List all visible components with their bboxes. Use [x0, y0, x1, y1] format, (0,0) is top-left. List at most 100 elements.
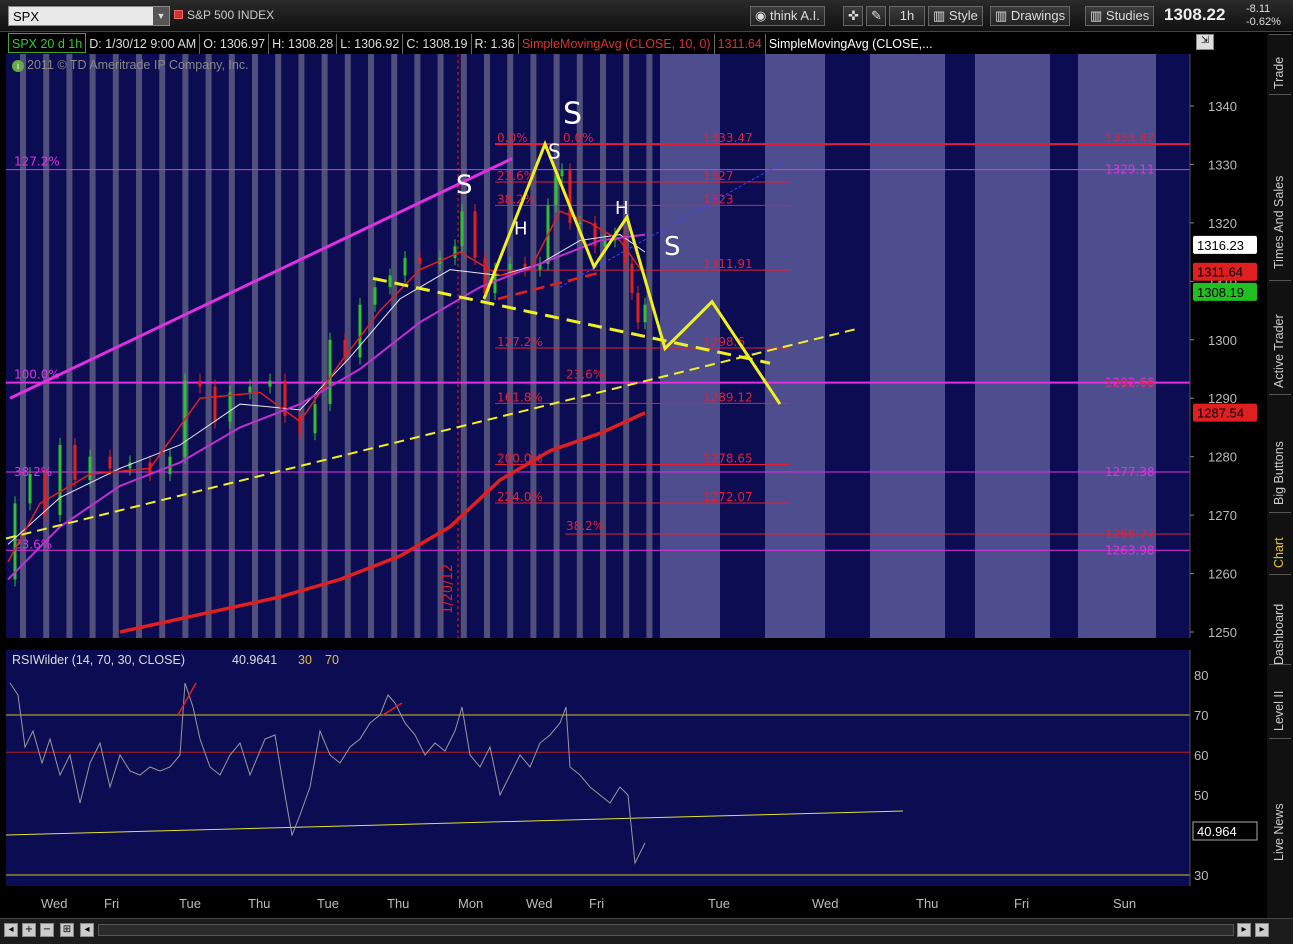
expand-icon[interactable]: ⇲	[1196, 34, 1214, 50]
top-toolbar: SPX ▼ S&P 500 INDEX ◉ think A.I. ✜ ✎ 1h …	[0, 0, 1293, 32]
x-tick-label: Thu	[387, 896, 409, 911]
price-candle	[603, 240, 607, 247]
side-tab-label: Times And Sales	[1272, 175, 1286, 269]
price-candle	[58, 444, 62, 516]
y-tick-label: 1300	[1208, 333, 1237, 348]
price-candle	[28, 474, 32, 504]
fib-red-value: 1289.12	[703, 390, 753, 404]
y-tick-label: 1250	[1208, 625, 1237, 640]
zoom-fit-icon[interactable]: ⊞	[60, 923, 74, 937]
side-tab-level-ii[interactable]: Level II	[1269, 664, 1291, 736]
fib-red-value: 1278.65	[703, 452, 753, 466]
x-tick-label: Wed	[526, 896, 553, 911]
side-tab-times-and-sales[interactable]: Times And Sales	[1269, 94, 1291, 274]
scroll-home-icon[interactable]: ◂	[4, 923, 18, 937]
rsi-tick-label: 50	[1194, 788, 1208, 803]
price-candle	[373, 287, 377, 305]
studies-button[interactable]: ▥ Studies	[1085, 6, 1155, 26]
pattern-label: H	[615, 198, 629, 219]
price-candle	[228, 392, 232, 422]
pattern-label: S	[548, 140, 561, 164]
rsi-tick-label: 80	[1194, 668, 1208, 683]
pattern-label: S	[456, 171, 473, 201]
symbol-period[interactable]: SPX 20 d 1h	[8, 33, 87, 53]
price-candle	[403, 257, 407, 276]
y-tick-label: 1330	[1208, 157, 1237, 172]
side-tab-chart[interactable]: Chart	[1269, 512, 1291, 573]
fib-red-pct: 127.2%	[497, 335, 543, 349]
rsi-tick-label: 70	[1194, 708, 1208, 723]
drawings-button[interactable]: ▥ Drawings	[990, 6, 1071, 26]
rsi-value: 40.9641	[232, 653, 277, 667]
fib-red-pct: 38.2%	[497, 192, 535, 206]
price-tag-label: 1316.23	[1197, 238, 1244, 253]
zoom-in-icon[interactable]: +	[22, 923, 36, 937]
pattern-label: S	[563, 97, 582, 132]
x-tick-label: Tue	[708, 896, 730, 911]
side-tab-label: Big Buttons	[1272, 441, 1286, 505]
sma2-label[interactable]: SimpleMovingAvg (CLOSE,...	[766, 34, 936, 54]
info-icon[interactable]: i	[12, 60, 24, 72]
y-tick-label: 1340	[1208, 99, 1237, 114]
bar-date: D: 1/30/12 9:00 AM	[86, 34, 201, 54]
fib-red-pct: 224.0%	[497, 490, 543, 504]
price-candle	[643, 304, 647, 323]
side-tab-live-news[interactable]: Live News	[1269, 738, 1291, 866]
rsi-ob-label: 30	[298, 653, 312, 667]
x-tick-label: Wed	[41, 896, 68, 911]
y-tick-label: 1320	[1208, 216, 1237, 231]
style-label: Style	[948, 8, 978, 23]
price-candle	[88, 456, 92, 481]
period-button[interactable]: 1h	[889, 6, 925, 26]
side-tab-trade[interactable]: Trade	[1269, 34, 1291, 94]
change-percent: -0.62%	[1246, 16, 1281, 28]
symbol-dropdown-icon[interactable]: ▼	[153, 7, 169, 25]
fib-magenta-pct: 127.2%	[14, 155, 60, 169]
side-tab-active-trader[interactable]: Active Trader	[1269, 280, 1291, 393]
period-label: 1h	[899, 8, 915, 23]
price-candle	[473, 211, 477, 258]
price-candle	[108, 456, 112, 469]
price-candle	[453, 246, 457, 258]
fib-red-pct: 0.0%	[563, 131, 594, 145]
scroll-end-icon[interactable]: ▸	[1255, 923, 1269, 937]
scroll-right-icon[interactable]: ▸	[1237, 923, 1251, 937]
think-ai-button[interactable]: ◉ think A.I.	[750, 6, 825, 26]
price-candle	[483, 257, 487, 294]
style-button[interactable]: ▥ Style	[928, 6, 983, 26]
copyright-text: 2011 © TD Ameritrade IP Company, Inc.	[27, 58, 249, 72]
bar-open: O: 1306.97	[200, 34, 270, 54]
think-ai-icon: ◉	[755, 8, 767, 23]
zoom-out-icon[interactable]: −	[40, 923, 54, 937]
side-tab-dashboard[interactable]: Dashboard	[1269, 574, 1291, 670]
crosshair-tool-button[interactable]: ✜	[843, 6, 863, 26]
symbol-value: SPX	[13, 9, 40, 24]
tools-button[interactable]: ✎	[866, 6, 886, 26]
price-chart[interactable]: 1/20/12 127.2% 1329.11 100.0% 1292.66 1277.38…	[0, 54, 1264, 642]
symbol-input[interactable]: SPX ▼	[8, 6, 170, 26]
rsi-chart[interactable]: RSIWilder (14, 70, 30, CLOSE) 40.9641 30 70…	[0, 646, 1264, 918]
price-candle	[128, 462, 132, 469]
price-candle	[313, 404, 317, 434]
rsi-label: RSIWilder (14, 70, 30, CLOSE)	[12, 653, 185, 667]
scroll-left-icon[interactable]: ◂	[80, 923, 94, 937]
rsi-axis-area	[1190, 650, 1264, 886]
y-tick-label: 1270	[1208, 508, 1237, 523]
rsi-tag-label: 40.964	[1197, 824, 1237, 839]
price-candle	[636, 293, 640, 323]
side-tab-big-buttons[interactable]: Big Buttons	[1269, 394, 1291, 510]
fib-red-pct: 0.0%	[497, 131, 528, 145]
studies-label: Studies	[1105, 8, 1150, 23]
horizontal-scrollbar[interactable]	[98, 924, 1234, 936]
fib-magenta-value: 1277.38	[1105, 465, 1155, 479]
fib-red-value: 1311.91	[703, 257, 753, 271]
fib-magenta-value: 1329.11	[1105, 163, 1155, 177]
index-name: S&P 500 INDEX	[187, 8, 275, 22]
x-tick-label: Sun	[1113, 896, 1136, 911]
index-flag-icon	[174, 10, 183, 19]
fib-red-value: 1266.77	[1105, 527, 1155, 541]
bar-close: C: 1308.19	[403, 34, 472, 54]
sma1-label[interactable]: SimpleMovingAvg (CLOSE, 10, 0)	[519, 34, 715, 54]
x-tick-label: Tue	[317, 896, 339, 911]
bar-high: H: 1308.28	[269, 34, 338, 54]
